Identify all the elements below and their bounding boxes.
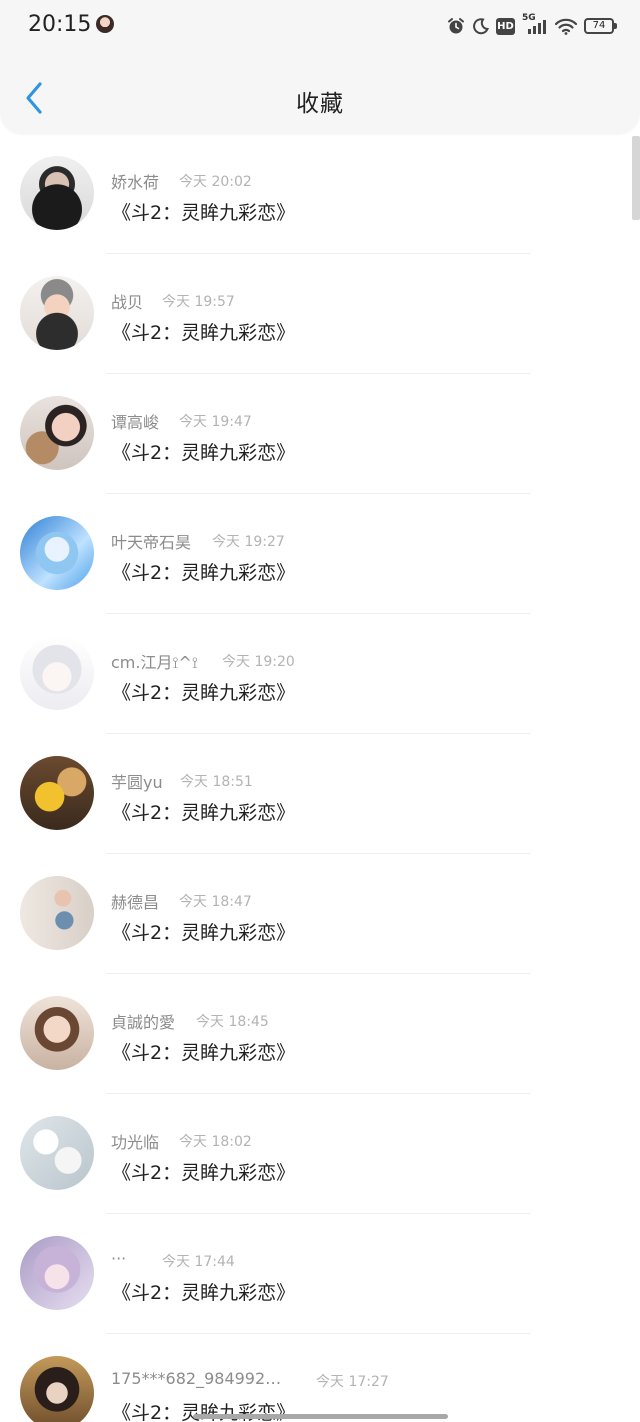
favorite-item[interactable]: 貞誠的愛 今天 18:45 《斗2：灵眸九彩恋》	[0, 974, 640, 1094]
favorite-item[interactable]: 功光临 今天 18:02 《斗2：灵眸九彩恋》	[0, 1094, 640, 1214]
alarm-icon	[447, 17, 465, 35]
timestamp: 今天 19:57	[162, 294, 235, 310]
username: 战贝	[111, 293, 144, 312]
user-avatar[interactable]	[20, 1116, 94, 1190]
status-time: 20:15	[28, 12, 92, 37]
timestamp: 今天 17:27	[316, 1374, 389, 1390]
timestamp: 今天 18:02	[179, 1134, 252, 1150]
timestamp: 今天 19:47	[179, 414, 252, 430]
username: 貞誠的愛	[111, 1013, 176, 1032]
favorite-item[interactable]: 战贝 今天 19:57 《斗2：灵眸九彩恋》	[0, 254, 640, 374]
favorite-title: 《斗2：灵眸九彩恋》	[112, 1042, 296, 1064]
favorite-item[interactable]: 芋圆yu 今天 18:51 《斗2：灵眸九彩恋》	[0, 734, 640, 854]
timestamp: 今天 18:47	[179, 894, 252, 910]
user-avatar[interactable]	[20, 516, 94, 590]
hd-icon: HD	[496, 17, 515, 35]
username: 功光临	[111, 1133, 160, 1152]
page-title: 收藏	[296, 91, 344, 117]
status-bar: 20:15 HD 5G 74	[0, 0, 640, 52]
user-avatar[interactable]	[20, 756, 94, 830]
favorite-item[interactable]: ··· 今天 17:44 《斗2：灵眸九彩恋》	[0, 1214, 640, 1334]
favorites-screen: 20:15 HD 5G 74 收藏 娇水荷 今天 20:02 《斗2：灵眸九彩恋…	[0, 0, 640, 1422]
favorite-title: 《斗2：灵眸九彩恋》	[112, 322, 296, 344]
user-avatar[interactable]	[20, 876, 94, 950]
5g-signal-icon: 5G	[522, 13, 548, 36]
wifi-icon	[555, 18, 577, 35]
username: 赫德昌	[111, 893, 160, 912]
timestamp: 今天 18:51	[180, 774, 253, 790]
user-avatar[interactable]	[20, 1356, 94, 1422]
favorite-title: 《斗2：灵眸九彩恋》	[112, 1162, 296, 1184]
timestamp: 今天 19:20	[222, 654, 295, 670]
favorite-title: 《斗2：灵眸九彩恋》	[112, 562, 296, 584]
favorite-item[interactable]: 赫德昌 今天 18:47 《斗2：灵眸九彩恋》	[0, 854, 640, 974]
user-avatar[interactable]	[20, 276, 94, 350]
user-avatar[interactable]	[20, 996, 94, 1070]
timestamp: 今天 19:27	[212, 534, 285, 550]
header: 20:15 HD 5G 74 收藏	[0, 0, 640, 134]
favorite-title: 《斗2：灵眸九彩恋》	[112, 442, 296, 464]
favorite-item[interactable]: 娇水荷 今天 20:02 《斗2：灵眸九彩恋》	[0, 134, 640, 254]
moon-icon	[472, 17, 489, 35]
timestamp: 今天 20:02	[179, 174, 252, 190]
timestamp: 今天 18:45	[196, 1014, 269, 1030]
username: cm.江月⟟^⟟	[111, 653, 198, 672]
favorite-title: 《斗2：灵眸九彩恋》	[112, 802, 296, 824]
favorites-list: 娇水荷 今天 20:02 《斗2：灵眸九彩恋》 战贝 今天 19:57 《斗2：灵眸九彩恋…	[0, 134, 640, 1422]
username: 谭高峻	[111, 413, 160, 432]
home-indicator[interactable]	[193, 1414, 448, 1419]
username: ···	[111, 1249, 127, 1268]
scrollbar[interactable]	[632, 136, 640, 220]
favorite-title: 《斗2：灵眸九彩恋》	[112, 202, 296, 224]
username: 娇水荷	[111, 173, 160, 192]
favorite-item[interactable]: 谭高峻 今天 19:47 《斗2：灵眸九彩恋》	[0, 374, 640, 494]
username: 叶天帝石昊	[111, 533, 192, 552]
timestamp: 今天 17:44	[162, 1254, 235, 1270]
notification-avatar-icon	[96, 15, 114, 33]
username: 芋圆yu	[111, 773, 163, 792]
favorite-title: 《斗2：灵眸九彩恋》	[112, 922, 296, 944]
battery-icon: 74	[584, 18, 617, 34]
favorite-title: 《斗2：灵眸九彩恋》	[112, 1282, 296, 1304]
status-icons: HD 5G 74	[447, 13, 617, 38]
nav-bar: 收藏	[0, 64, 640, 134]
favorite-item[interactable]: cm.江月⟟^⟟ 今天 19:20 《斗2：灵眸九彩恋》	[0, 614, 640, 734]
user-avatar[interactable]	[20, 1236, 94, 1310]
user-avatar[interactable]	[20, 156, 94, 230]
user-avatar[interactable]	[20, 636, 94, 710]
username: 175***682_984992…	[111, 1369, 282, 1388]
favorite-item[interactable]: 175***682_984992… 今天 17:27 《斗2：灵眸九彩恋》	[0, 1334, 640, 1422]
user-avatar[interactable]	[20, 396, 94, 470]
favorite-title: 《斗2：灵眸九彩恋》	[112, 682, 296, 704]
favorite-item[interactable]: 叶天帝石昊 今天 19:27 《斗2：灵眸九彩恋》	[0, 494, 640, 614]
